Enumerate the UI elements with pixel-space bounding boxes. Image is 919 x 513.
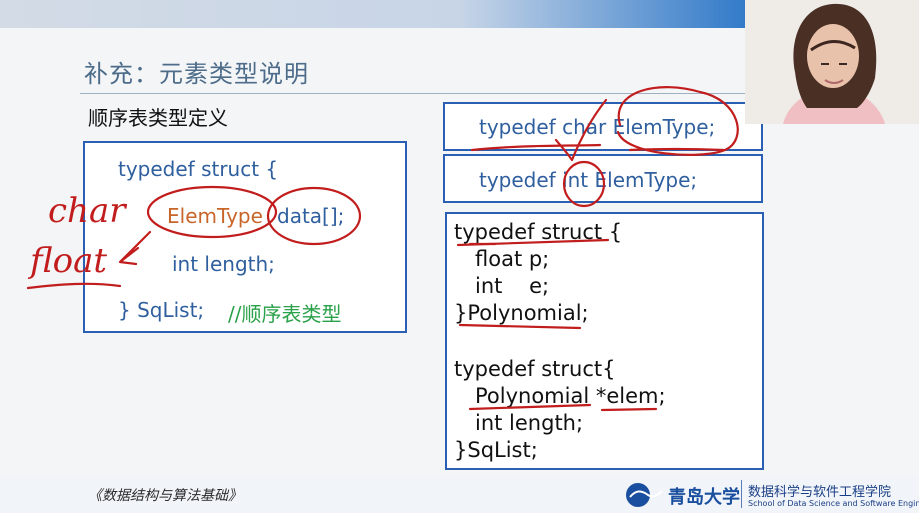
course-title: 《数据结构与算法基础》	[88, 488, 242, 504]
typedef-char-line: typedef char ElemType;	[479, 115, 716, 139]
poly-line-6: Polynomial *elem;	[475, 384, 666, 408]
poly-line-2: float p;	[475, 247, 550, 271]
presenter-webcam	[745, 0, 919, 124]
school-name-en: School of Data Science and Software Engi…	[748, 499, 919, 508]
poly-line-4: }Polynomial;	[454, 301, 589, 325]
code-line-typedef: typedef struct {	[118, 157, 279, 181]
university-name: 青岛大学	[668, 487, 740, 508]
polynomial-code-box: typedef struct { float p; int e; }Polyno…	[445, 212, 764, 470]
sqlist-definition-box: typedef struct { ElemType data[]; int le…	[83, 141, 407, 333]
footer-divider	[741, 480, 742, 508]
code-sqlist-end: } SqList;	[118, 298, 205, 322]
code-length-field: int length;	[172, 252, 275, 276]
slide-title: 补充：元素类型说明	[84, 60, 309, 88]
poly-line-3: int e;	[475, 274, 550, 298]
code-data-field: data[];	[277, 204, 345, 228]
typedef-int-box: typedef int ElemType;	[443, 154, 763, 203]
typedef-int-line: typedef int ElemType;	[479, 168, 698, 192]
poly-line-5: typedef struct{	[454, 357, 616, 381]
code-comment: //顺序表类型	[228, 302, 342, 326]
title-divider	[80, 93, 750, 94]
poly-line-8: }SqList;	[454, 438, 538, 462]
presenter-avatar	[745, 0, 919, 124]
typedef-char-box: typedef char ElemType;	[443, 102, 763, 151]
slide: 补充：元素类型说明 顺序表类型定义 typedef struct { ElemT…	[0, 0, 919, 513]
poly-line-7: int length;	[475, 411, 584, 435]
poly-line-1: typedef struct {	[454, 220, 623, 244]
university-logo-icon	[626, 483, 663, 507]
slide-subtitle: 顺序表类型定义	[88, 106, 228, 130]
code-elemtype: ElemType	[167, 204, 263, 228]
school-name-cn: 数据科学与软件工程学院	[748, 485, 892, 500]
